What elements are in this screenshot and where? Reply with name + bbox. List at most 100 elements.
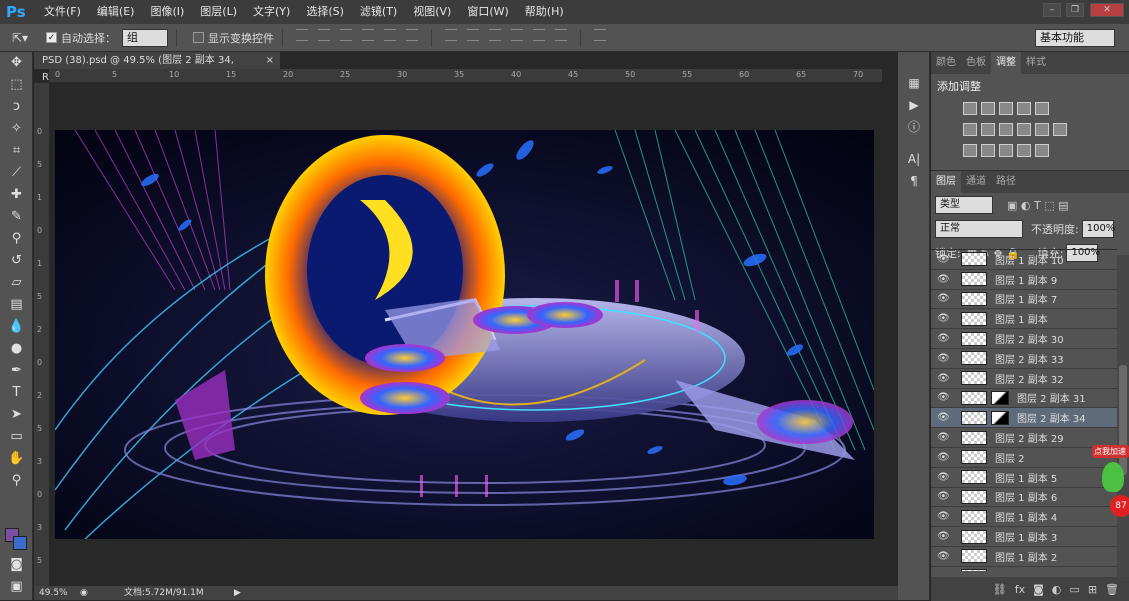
shape-tool-icon[interactable]: ▭ <box>0 426 33 448</box>
visibility-eye-icon[interactable]: 👁 <box>937 333 949 344</box>
distribute-vcenter-icon[interactable] <box>467 29 479 41</box>
visibility-eye-icon[interactable]: 👁 <box>937 531 949 542</box>
path-selection-icon[interactable]: ➤ <box>0 404 33 426</box>
layer-row[interactable]: 👁图层 2 副本 29 <box>931 428 1117 448</box>
show-transform-checkbox[interactable] <box>193 32 204 43</box>
blend-mode-dropdown[interactable]: 正常 <box>935 220 1023 238</box>
pen-tool-icon[interactable]: ✒ <box>0 360 33 382</box>
layer-row[interactable]: 👁图层 1 副本 7 <box>931 290 1117 310</box>
add-mask-icon[interactable]: ◙ <box>1033 583 1044 596</box>
eyedropper-icon[interactable]: ⟋ <box>0 162 33 184</box>
actions-play-icon[interactable]: ▶ <box>898 94 930 116</box>
layer-row[interactable]: 👁图层 1 副本 3 <box>931 527 1117 547</box>
selective-color-icon[interactable] <box>1017 144 1031 157</box>
close-document-icon[interactable]: × <box>266 52 274 69</box>
panel-tab[interactable]: 图层 <box>931 171 961 193</box>
close-window-button[interactable]: ✕ <box>1090 3 1124 17</box>
layer-mask-thumbnail[interactable] <box>991 411 1009 425</box>
distribute-hcenter-icon[interactable] <box>533 29 545 41</box>
layer-row[interactable]: 👁图层 1 副本 9 <box>931 270 1117 290</box>
vibrance-icon[interactable] <box>1035 102 1049 115</box>
info-icon[interactable]: ⓘ <box>898 116 930 138</box>
curves-icon[interactable] <box>999 102 1013 115</box>
visibility-eye-icon[interactable]: 👁 <box>937 472 949 483</box>
zoom-tool-icon[interactable]: ⚲ <box>0 470 33 492</box>
crop-tool-icon[interactable]: ⌗ <box>0 140 33 162</box>
distribute-left-icon[interactable] <box>511 29 523 41</box>
clone-stamp-icon[interactable]: ⚲ <box>0 228 33 250</box>
visibility-eye-icon[interactable]: 👁 <box>937 274 949 285</box>
panel-tab[interactable]: 通道 <box>961 171 991 193</box>
layer-row[interactable]: 👁图层 1 副本 5 <box>931 468 1117 488</box>
invert-icon[interactable] <box>963 144 977 157</box>
maximize-button[interactable]: ❐ <box>1066 3 1084 17</box>
layer-filter-icons[interactable]: ▣ ◐ T ⬚ ▤ <box>1007 199 1068 212</box>
menu-item-8[interactable]: 窗口(W) <box>459 0 516 24</box>
distribute-bottom-icon[interactable] <box>489 29 501 41</box>
zoom-level[interactable]: 49.5% <box>39 586 68 600</box>
character-icon[interactable]: A| <box>898 148 930 170</box>
align-right-icon[interactable] <box>406 29 418 41</box>
gradient-map-icon[interactable] <box>1035 144 1049 157</box>
posterize-icon[interactable] <box>981 144 995 157</box>
menu-item-2[interactable]: 图像(I) <box>142 0 192 24</box>
levels-icon[interactable] <box>981 102 995 115</box>
visibility-eye-icon[interactable]: 👁 <box>937 353 949 364</box>
menu-item-0[interactable]: 文件(F) <box>36 0 89 24</box>
move-tool-icon[interactable]: ⇱▾ <box>12 28 38 48</box>
speed-promo-widget[interactable]: 点我加速 87 <box>1092 445 1129 535</box>
visibility-eye-icon[interactable]: 👁 <box>937 511 949 522</box>
brightness-icon[interactable] <box>963 102 977 115</box>
delete-layer-icon[interactable]: 🗑 <box>1105 583 1119 596</box>
healing-brush-icon[interactable]: ✚ <box>0 184 33 206</box>
quick-mask-icon[interactable]: ◙ <box>0 554 33 576</box>
threshold-icon[interactable] <box>999 144 1013 157</box>
visibility-eye-icon[interactable]: 👁 <box>937 412 949 423</box>
panel-tab[interactable]: 样式 <box>1021 52 1051 74</box>
layer-style-icon[interactable]: fx <box>1015 583 1025 596</box>
history-brush-icon[interactable]: ↺ <box>0 250 33 272</box>
new-group-icon[interactable]: ▭ <box>1069 583 1079 596</box>
layer-row[interactable]: 👁图层 2 副本 34 <box>931 408 1117 428</box>
color-balance-icon[interactable] <box>981 123 995 136</box>
exposure-icon[interactable] <box>1017 102 1031 115</box>
align-left-icon[interactable] <box>362 29 374 41</box>
background-color-swatch[interactable] <box>13 536 27 550</box>
layer-row[interactable]: 👁图层 1 <box>931 567 1117 571</box>
menu-item-6[interactable]: 滤镜(T) <box>352 0 405 24</box>
align-bottom-icon[interactable] <box>340 29 352 41</box>
screen-mode-icon[interactable]: ▣ <box>0 576 33 598</box>
channel-mixer-icon[interactable] <box>1035 123 1049 136</box>
lasso-tool-icon[interactable]: ↄ <box>0 96 33 118</box>
menu-item-4[interactable]: 文字(Y) <box>245 0 298 24</box>
panel-tab[interactable]: 颜色 <box>931 52 961 74</box>
layer-row[interactable]: 👁图层 2 副本 30 <box>931 329 1117 349</box>
panel-tab[interactable]: 调整 <box>991 52 1021 74</box>
photo-filter-icon[interactable] <box>1017 123 1031 136</box>
visibility-eye-icon[interactable]: 👁 <box>937 491 949 502</box>
panel-tab[interactable]: 路径 <box>991 171 1021 193</box>
color-lookup-icon[interactable] <box>1053 123 1067 136</box>
magic-wand-icon[interactable]: ✧ <box>0 118 33 140</box>
visibility-eye-icon[interactable]: 👁 <box>937 293 949 304</box>
eraser-icon[interactable]: ▱ <box>0 272 33 294</box>
status-icon[interactable]: ◉ <box>80 586 88 600</box>
layer-row[interactable]: 👁图层 2 副本 32 <box>931 369 1117 389</box>
layer-filter-dropdown[interactable]: 类型 <box>935 196 993 214</box>
auto-select-dropdown[interactable]: 组 <box>122 29 168 47</box>
gradient-tool-icon[interactable]: ▤ <box>0 294 33 316</box>
layer-row[interactable]: 👁图层 2 副本 33 <box>931 349 1117 369</box>
hand-tool-icon[interactable]: ✋ <box>0 448 33 470</box>
new-adjustment-icon[interactable]: ◐ <box>1052 583 1062 596</box>
type-tool-icon[interactable]: T <box>0 382 33 404</box>
layer-row[interactable]: 👁图层 1 副本 10 <box>931 250 1117 270</box>
history-icon[interactable]: ▦ <box>898 72 930 94</box>
distribute-right-icon[interactable] <box>555 29 567 41</box>
visibility-eye-icon[interactable]: 👁 <box>937 452 949 463</box>
panel-tab[interactable]: 色板 <box>961 52 991 74</box>
brush-tool-icon[interactable]: ✎ <box>0 206 33 228</box>
visibility-eye-icon[interactable]: 👁 <box>937 432 949 443</box>
link-layers-icon[interactable]: ⛓ <box>993 583 1007 596</box>
align-top-icon[interactable] <box>296 29 308 41</box>
dodge-tool-icon[interactable]: ● <box>0 338 33 360</box>
